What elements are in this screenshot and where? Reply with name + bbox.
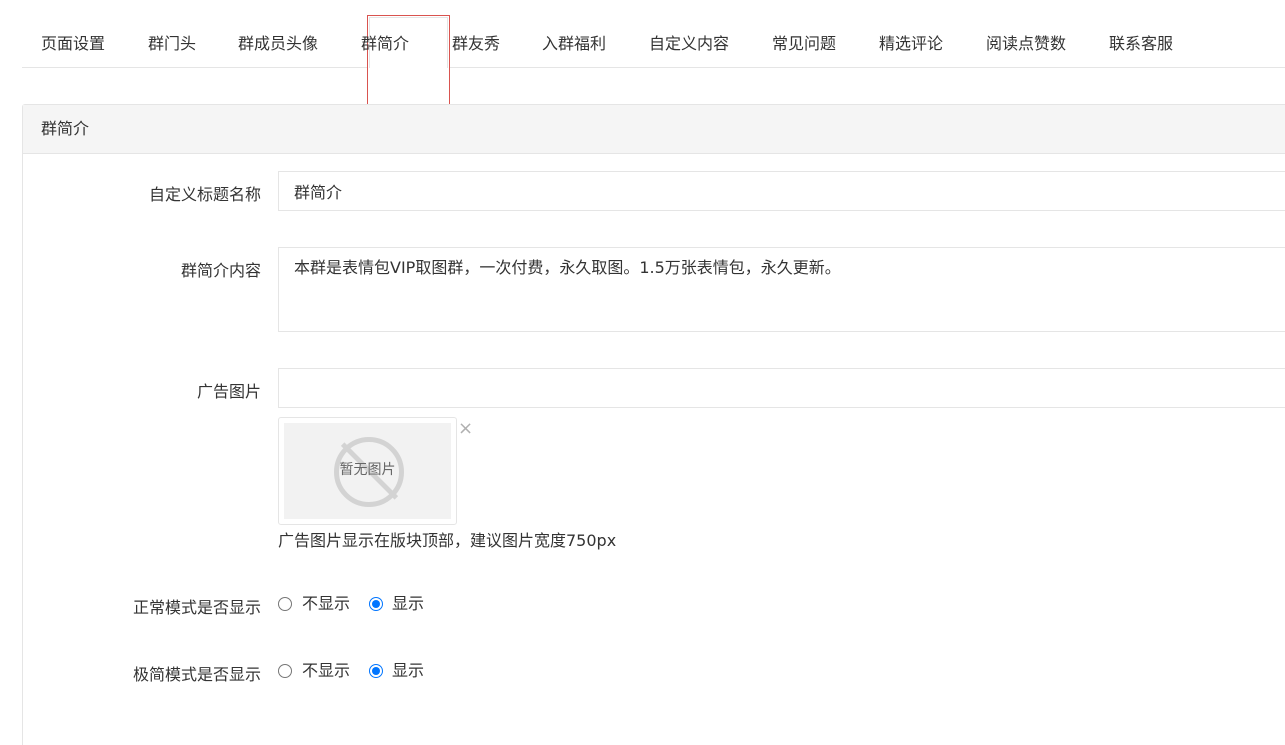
content-textarea[interactable]: 本群是表情包VIP取图群，一次付费，永久取图。1.5万张表情包，永久更新。 [278,247,1285,332]
tab-featured-comments[interactable]: 精选评论 [879,0,943,67]
ad-image-hint: 广告图片显示在版块顶部，建议图片宽度750px [278,531,617,550]
tab-faq[interactable]: 常见问题 [772,0,836,67]
ad-image-preview[interactable]: 暂无图片 [278,417,457,525]
ad-image-input[interactable] [278,368,1285,408]
title-name-input[interactable] [278,171,1285,211]
tab-group-header[interactable]: 群门头 [148,0,196,67]
content-label: 群简介内容 [180,261,261,280]
tab-page-settings[interactable]: 页面设置 [41,0,105,67]
panel-title: 群简介 [41,119,90,138]
ad-image-label: 广告图片 [196,382,261,401]
normal-mode-show-radio[interactable] [369,597,383,611]
simple-mode-show-radio[interactable] [369,664,383,678]
simple-mode-hide-radio[interactable] [278,664,292,678]
tab-join-benefits[interactable]: 入群福利 [542,0,606,67]
title-name-label: 自定义标题名称 [148,185,261,204]
image-placeholder: 暂无图片 [284,423,451,519]
tab-contact-support[interactable]: 联系客服 [1109,0,1173,67]
normal-mode-hide-radio[interactable] [278,597,292,611]
tab-member-show[interactable]: 群友秀 [452,0,500,67]
tab-read-likes[interactable]: 阅读点赞数 [986,0,1066,67]
tab-bar: 页面设置 群门头 群成员头像 群简介 群友秀 入群福利 自定义内容 常见问题 精… [22,0,1285,106]
tab-group-intro[interactable]: 群简介 [361,0,409,67]
tab-custom-content[interactable]: 自定义内容 [649,0,729,67]
simple-mode-hide-label[interactable]: 不显示 [302,660,350,682]
panel-header: 群简介 [23,105,1285,154]
normal-mode-label: 正常模式是否显示 [132,598,261,617]
normal-mode-show-label[interactable]: 显示 [392,593,424,615]
remove-image-icon[interactable]: × [458,419,473,439]
simple-mode-label: 极简模式是否显示 [132,665,261,684]
normal-mode-hide-label[interactable]: 不显示 [302,593,350,615]
no-image-text: 暂无图片 [339,462,396,478]
tab-member-avatars[interactable]: 群成员头像 [238,0,318,67]
simple-mode-show-label[interactable]: 显示 [392,660,424,682]
